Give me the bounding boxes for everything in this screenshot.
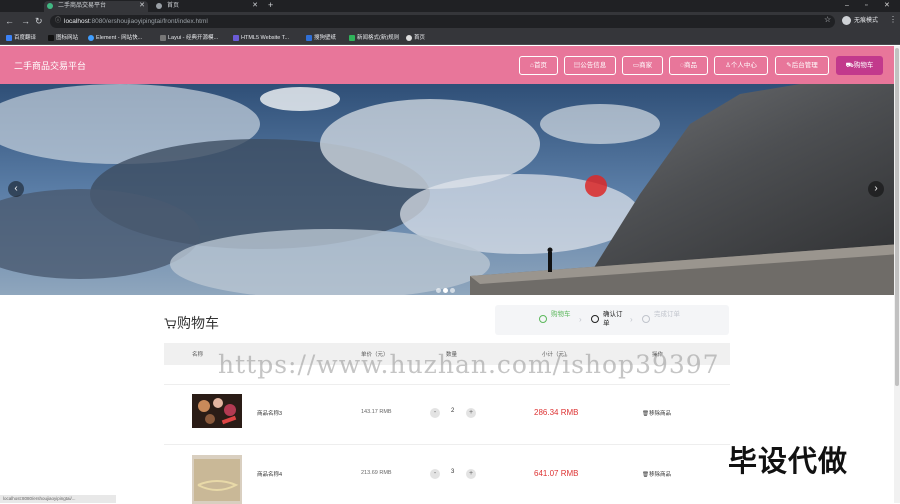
info-icon[interactable]: ⓘ — [55, 15, 61, 28]
bookmark-item[interactable]: 搜狗壁纸 — [306, 33, 336, 43]
tab-title: 二手商品交易平台 — [58, 3, 107, 9]
url-input[interactable]: ⓘ localhost:8080/ershoujiaoyipingtai/fro… — [50, 15, 835, 28]
overlay-stamp: 毕设代做 — [728, 444, 849, 478]
vue-icon — [47, 3, 53, 9]
forward-icon[interactable]: → — [21, 15, 30, 27]
bookmark-item[interactable]: Layui - 经典开源模... — [160, 33, 218, 43]
browser-tab-active[interactable]: 二手商品交易平台 ✕ — [44, 1, 148, 12]
scrollbar-thumb[interactable] — [895, 48, 899, 386]
nav-home-button[interactable]: ⌂首页 — [519, 56, 558, 75]
qty-increase-button[interactable]: + — [466, 408, 476, 418]
check-icon — [539, 315, 547, 323]
incognito-icon — [842, 15, 851, 25]
mouse-cursor-highlight — [585, 175, 607, 197]
bookmark-item[interactable]: 百度翻译 — [6, 33, 36, 43]
browser-status-bar: localhost:8080/ershoujiaoyipingtai/... — [0, 495, 116, 503]
reload-icon[interactable]: ↻ — [35, 15, 43, 27]
browser-tab-bar: 二手商品交易平台 ✕ 首页 ✕ + – ▫ ✕ — [0, 0, 900, 12]
trash-icon: 🗑 — [642, 411, 649, 417]
product-image[interactable] — [192, 394, 242, 428]
carousel-indicators — [436, 280, 457, 298]
carousel-dot[interactable] — [436, 288, 441, 293]
carousel-dot-active[interactable] — [443, 288, 448, 293]
bookmark-item[interactable]: Element - 网站快... — [88, 33, 142, 43]
nav-buttons: ⌂首页 ▤公告信息 ▭商家 ◌商品 ♙个人中心 ✎后台管理 ⛟购物车 — [0, 56, 900, 75]
close-tab-icon[interactable]: ✕ — [139, 1, 145, 11]
incognito-profile[interactable]: 无痕模式 — [842, 15, 878, 27]
remove-item-button[interactable]: 🗑移除商品 — [642, 409, 671, 417]
row-subtotal: 641.07 RMB — [534, 469, 579, 478]
close-tab-icon[interactable]: ✕ — [252, 1, 258, 11]
chevron-right-icon: › — [630, 315, 633, 324]
qty-decrease-button[interactable]: - — [430, 469, 440, 479]
cart-title: 购物车 — [164, 313, 219, 333]
trash-icon: 🗑 — [642, 472, 649, 478]
qty-value[interactable]: 2 — [451, 408, 454, 414]
maximize-icon[interactable]: ▫ — [865, 0, 867, 11]
new-tab-icon[interactable]: + — [268, 0, 273, 11]
nav-notice-button[interactable]: ▤公告信息 — [564, 56, 616, 75]
watermark-text: https://www.huzhan.com/ishop39397 — [218, 350, 720, 379]
bookmark-item[interactable]: 新闻格式(新)规则 — [349, 33, 399, 43]
nav-shop-button[interactable]: ▭商家 — [622, 56, 663, 75]
banner-carousel[interactable] — [0, 84, 900, 295]
bookmark-item[interactable]: 图标网站 — [48, 33, 78, 43]
product-image[interactable] — [192, 455, 242, 504]
globe-icon — [156, 3, 162, 9]
qty-value[interactable]: 3 — [451, 469, 454, 475]
nav-admin-button[interactable]: ✎后台管理 — [775, 56, 829, 75]
circle-icon — [591, 315, 599, 323]
tab-title: 首页 — [167, 3, 180, 9]
minimize-icon[interactable]: – — [845, 0, 849, 11]
back-icon[interactable]: ← — [5, 15, 14, 27]
bookmark-item[interactable]: 首页 — [406, 33, 425, 43]
product-name[interactable]: 商品名称4 — [257, 470, 282, 478]
close-window-icon[interactable]: ✕ — [884, 0, 890, 11]
qty-decrease-button[interactable]: - — [430, 408, 440, 418]
product-price: 143.17 RMB — [361, 409, 392, 415]
carousel-dot[interactable] — [450, 288, 455, 293]
browser-tab[interactable]: 首页 ✕ — [153, 1, 261, 12]
table-row: 商品名称3 143.17 RMB - 2 + 286.34 RMB 🗑移除商品 — [164, 384, 730, 444]
url-path: :8080/ershoujiaoyipingtai/front/index.ht… — [89, 18, 208, 25]
banner-image — [0, 84, 900, 295]
cart-icon — [164, 318, 176, 329]
product-price: 213.69 RMB — [361, 470, 392, 476]
order-steps: 购物车 › 确认订单 › 完成订单 — [495, 305, 729, 335]
row-subtotal: 286.34 RMB — [534, 408, 579, 417]
remove-item-button[interactable]: 🗑移除商品 — [642, 470, 671, 478]
bookmark-item[interactable]: HTML5 Website T... — [233, 33, 289, 43]
circle-icon — [642, 315, 650, 323]
bookmarks-bar: 百度翻译 图标网站 Element - 网站快... Layui - 经典开源模… — [0, 31, 900, 45]
address-bar-row: ← → ↻ ⓘ localhost:8080/ershoujiaoyipingt… — [0, 12, 900, 31]
nav-goods-button[interactable]: ◌商品 — [669, 56, 708, 75]
cart-icon: ⛟ — [845, 62, 854, 69]
menu-icon[interactable]: ⋮ — [889, 15, 897, 24]
bookmark-star-icon[interactable]: ☆ — [824, 15, 831, 24]
table-row: 商品名称4 213.69 RMB - 3 + 641.07 RMB 🗑移除商品 — [164, 444, 730, 504]
chevron-right-icon: › — [579, 315, 582, 324]
qty-increase-button[interactable]: + — [466, 469, 476, 479]
nav-cart-button[interactable]: ⛟购物车 — [836, 56, 883, 75]
nav-user-center-button[interactable]: ♙个人中心 — [714, 56, 768, 75]
carousel-next-button[interactable]: › — [868, 181, 884, 197]
url-host: localhost — [64, 18, 90, 25]
carousel-prev-button[interactable]: ‹ — [8, 181, 24, 197]
product-name[interactable]: 商品名称3 — [257, 409, 282, 417]
col-name: 名称 — [192, 352, 204, 358]
